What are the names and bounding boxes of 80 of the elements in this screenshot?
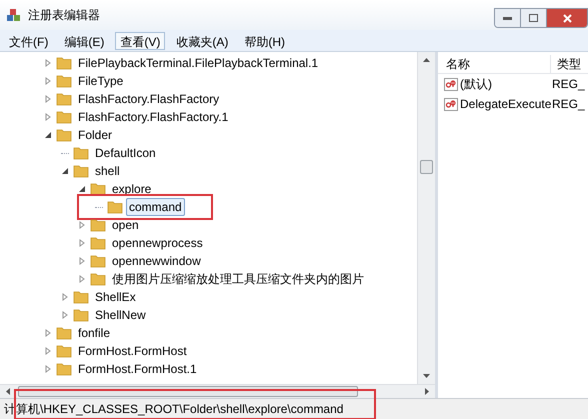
collapsed-arrow-icon[interactable] (61, 311, 69, 319)
tree-item[interactable]: ShellNew (92, 306, 149, 324)
folder-icon (56, 326, 72, 340)
collapsed-arrow-icon[interactable] (78, 221, 86, 229)
column-header[interactable]: 类型 (550, 54, 581, 72)
close-icon (562, 14, 572, 22)
collapsed-arrow-icon[interactable] (78, 239, 86, 247)
scroll-down-icon[interactable] (423, 374, 430, 378)
folder-icon (107, 200, 123, 214)
scroll-up-icon[interactable] (423, 58, 430, 62)
folder-icon (90, 236, 106, 250)
collapsed-arrow-icon[interactable] (44, 59, 52, 67)
value-name[interactable]: (默认) (458, 75, 550, 93)
tree-item[interactable]: fonfile (75, 324, 114, 342)
folder-icon (56, 92, 72, 106)
column-header[interactable]: 名称 (438, 54, 550, 72)
collapsed-arrow-icon[interactable] (44, 365, 52, 373)
status-path: 计算机\HKEY_CLASSES_ROOT\Folder\shell\explore\command (4, 401, 344, 418)
scroll-left-icon[interactable] (6, 388, 10, 395)
menu-item[interactable]: 收藏夹(A) (171, 32, 234, 50)
scroll-right-icon[interactable] (425, 388, 429, 395)
folder-icon (73, 164, 89, 178)
registry-cubes-icon (6, 7, 22, 23)
expanded-arrow-icon[interactable] (61, 167, 69, 175)
menu-item[interactable]: 查看(V) (115, 32, 166, 50)
close-button[interactable] (547, 9, 587, 27)
tree-item[interactable]: FormHost.FormHost (75, 342, 190, 360)
folder-icon (90, 218, 106, 232)
value-type: REG_ (551, 76, 585, 93)
string-value-icon (444, 98, 458, 110)
folder-icon (56, 362, 72, 376)
folder-icon (90, 182, 106, 196)
folder-icon (56, 74, 72, 88)
tree-item[interactable]: FilePlaybackTerminal.FilePlaybackTerminal.1 (75, 54, 322, 72)
folder-icon (56, 344, 72, 358)
tree-item[interactable]: open (109, 216, 142, 234)
tree-item[interactable]: FlashFactory.FlashFactory.1 (75, 108, 232, 126)
folder-icon (56, 56, 72, 70)
minimize-icon (503, 16, 512, 20)
collapsed-arrow-icon[interactable] (44, 77, 52, 85)
folder-icon (90, 254, 106, 268)
tree-item[interactable]: opennewwindow (109, 252, 204, 270)
tree-item[interactable]: 使用图片压缩缩放处理工具压缩文件夹内的图片 (109, 270, 367, 288)
string-value-icon (444, 78, 458, 90)
tree-item[interactable]: FlashFactory.FlashFactory (75, 90, 222, 108)
maximize-icon (529, 14, 538, 22)
collapsed-arrow-icon[interactable] (44, 95, 52, 103)
value-type: REG_ (551, 96, 585, 113)
menu-item[interactable]: 文件(F) (4, 32, 54, 50)
collapsed-arrow-icon[interactable] (61, 293, 69, 301)
expanded-arrow-icon[interactable] (44, 131, 52, 139)
value-name[interactable]: DelegateExecute (458, 95, 550, 113)
tree-item[interactable]: ShellEx (92, 288, 139, 306)
scroll-thumb[interactable] (420, 160, 433, 174)
collapsed-arrow-icon[interactable] (44, 113, 52, 121)
tree-item[interactable]: command (126, 198, 185, 216)
collapsed-arrow-icon[interactable] (44, 329, 52, 337)
folder-icon (56, 128, 72, 142)
folder-icon (73, 290, 89, 304)
menu-item[interactable]: 编辑(E) (59, 32, 110, 50)
maximize-button[interactable] (521, 9, 547, 27)
tree-item[interactable]: shell (92, 162, 123, 180)
window-title: 注册表编辑器 (28, 7, 100, 24)
folder-icon (56, 110, 72, 124)
tree-item[interactable]: FileType (75, 72, 126, 90)
folder-icon (90, 272, 106, 286)
folder-icon (73, 308, 89, 322)
vertical-scrollbar[interactable] (417, 52, 435, 384)
tree-item[interactable]: Folder (75, 126, 116, 144)
expanded-arrow-icon[interactable] (78, 185, 86, 193)
tree-item[interactable]: explore (109, 180, 154, 198)
minimize-button[interactable] (495, 9, 521, 27)
tree-item[interactable]: FormHost.FormHost.1 (75, 360, 200, 378)
collapsed-arrow-icon[interactable] (44, 347, 52, 355)
tree-item[interactable]: opennewprocess (109, 234, 206, 252)
menu-item[interactable]: 帮助(H) (239, 32, 290, 50)
tree-item[interactable]: DefaultIcon (92, 144, 159, 162)
folder-icon (73, 146, 89, 160)
collapsed-arrow-icon[interactable] (78, 275, 86, 283)
collapsed-arrow-icon[interactable] (78, 257, 86, 265)
